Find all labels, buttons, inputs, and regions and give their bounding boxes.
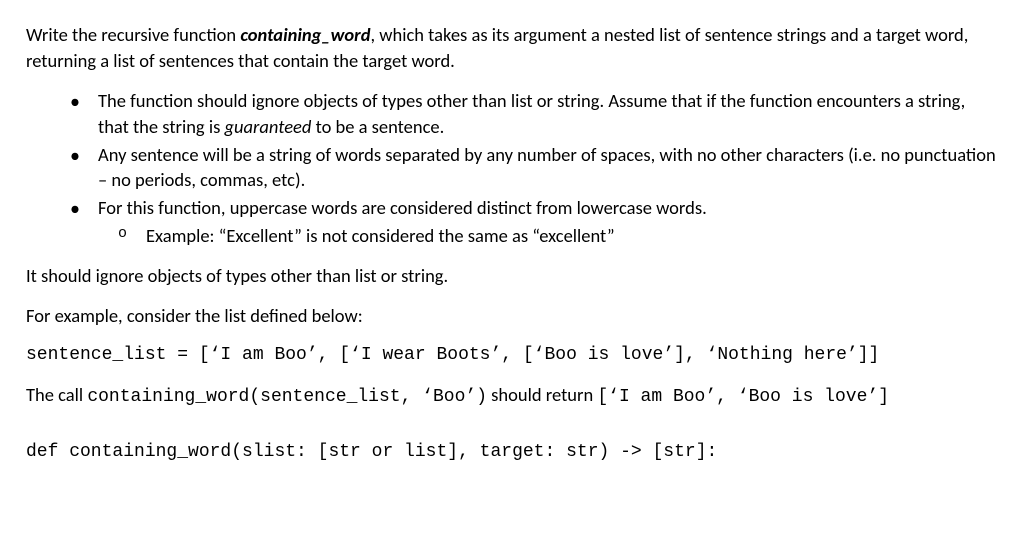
bullet-text-post: to be a sentence. [311,115,444,138]
ignore-line: It should ignore objects of types other … [26,263,998,289]
sub-bullet-list: Example: “Excellent” is not considered t… [98,223,998,249]
call-mid: should return [487,383,597,406]
example-intro: For example, consider the list defined b… [26,303,998,329]
function-signature: def containing_word(slist: [str or list]… [26,440,998,465]
intro-paragraph: Write the recursive function containing_… [26,22,998,74]
bullet-text: Any sentence will be a string of words s… [98,143,996,192]
bullet-list: The function should ignore objects of ty… [26,88,998,249]
call-pre: The call [26,383,87,406]
bullet-item: For this function, uppercase words are c… [98,195,998,249]
intro-pre: Write the recursive function [26,23,240,46]
bullet-text: For this function, uppercase words are c… [98,196,707,219]
call-code: containing_word(sentence_list, ‘Boo’) [87,387,487,407]
function-name: containing_word [240,23,370,46]
sub-bullet-text: Example: “Excellent” is not considered t… [146,224,615,247]
bullet-item: The function should ignore objects of ty… [98,88,998,140]
sub-bullet-item: Example: “Excellent” is not considered t… [146,223,998,249]
spacer [26,424,998,440]
bullet-text-italic: guaranteed [224,115,311,138]
bullet-item: Any sentence will be a string of words s… [98,142,998,194]
code-definition: sentence_list = [‘I am Boo’, [‘I wear Bo… [26,343,998,368]
call-example: The call containing_word(sentence_list, … [26,382,998,410]
return-code: [‘I am Boo’, ‘Boo is love’] [597,387,889,407]
